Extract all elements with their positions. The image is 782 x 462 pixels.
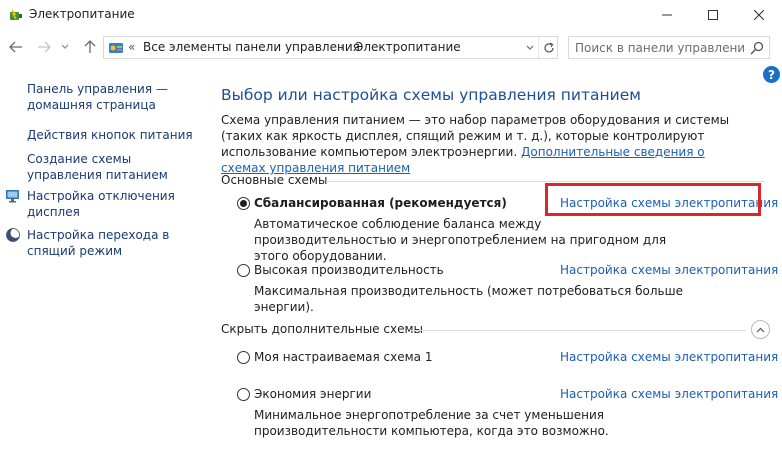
collapse-button[interactable]: [751, 320, 770, 339]
moon-icon: [6, 228, 21, 242]
minimize-icon: [662, 14, 672, 16]
maximize-button[interactable]: [690, 0, 736, 30]
chevron-down-icon: [526, 45, 534, 50]
refresh-icon: [543, 41, 554, 52]
sidebar-item-power-buttons[interactable]: Действия кнопок питания: [27, 127, 197, 143]
address-dropdown-button[interactable]: [524, 42, 536, 54]
highlight-box: [545, 183, 761, 216]
plan-custom-settings-link[interactable]: Настройка схемы электропитания: [560, 350, 778, 364]
section-hide-additional[interactable]: Скрыть дополнительные схемы: [221, 322, 423, 336]
maximize-icon: [708, 10, 718, 20]
close-icon: [754, 10, 764, 20]
sidebar-home-link[interactable]: Панель управления — домашняя страница: [27, 81, 197, 113]
plan-custom-name[interactable]: Моя настраиваемая схема 1: [254, 350, 432, 364]
minimize-button[interactable]: [644, 0, 690, 30]
recent-locations-button[interactable]: [58, 37, 72, 57]
section-divider: [326, 181, 764, 182]
search-icon[interactable]: [749, 40, 765, 56]
arrow-up-icon: [84, 40, 96, 53]
back-button[interactable]: [6, 37, 26, 57]
plan-custom-radio[interactable]: [237, 351, 250, 364]
plan-power-saver-name[interactable]: Экономия энергии: [254, 387, 371, 401]
plan-balanced-name[interactable]: Сбалансированная (рекомендуется): [254, 196, 507, 210]
power-options-icon: [10, 9, 22, 20]
plan-power-saver-settings-link[interactable]: Настройка схемы электропитания: [560, 387, 778, 401]
plan-high-performance-description: Максимальная производительность (может п…: [254, 284, 683, 314]
help-button[interactable]: ?: [763, 66, 780, 83]
plan-high-performance-settings-link[interactable]: Настройка схемы электропитания: [560, 263, 778, 277]
display-settings-icon: [6, 190, 19, 203]
plan-balanced-radio[interactable]: [237, 197, 250, 210]
chevron-down-icon: [61, 44, 69, 49]
chevron-up-icon: [756, 327, 765, 332]
close-button[interactable]: [736, 0, 782, 30]
sidebar-item-sleep[interactable]: Настройка перехода в спящий режим: [27, 227, 197, 259]
plan-power-saver-description: Минимальное энергопотребление за счет ум…: [254, 408, 609, 438]
sidebar-item-create-plan[interactable]: Создание схемы управления питанием: [27, 151, 192, 183]
up-button[interactable]: [80, 37, 100, 57]
help-icon: ?: [768, 67, 775, 82]
forward-button[interactable]: [34, 37, 54, 57]
address-bar[interactable]: « Все элементы панели управления › Элект…: [103, 36, 558, 59]
plan-high-performance-radio[interactable]: [237, 264, 250, 277]
refresh-button[interactable]: [538, 37, 558, 58]
page-description: Схема управления питанием — это набор па…: [221, 112, 741, 176]
arrow-right-icon: [38, 41, 51, 53]
plan-power-saver-radio[interactable]: [237, 388, 250, 401]
page-title: Выбор или настройка схемы управления пит…: [221, 86, 641, 104]
section-divider: [410, 330, 746, 331]
breadcrumb-overflow[interactable]: «: [128, 40, 135, 54]
control-panel-icon: [109, 43, 123, 53]
title-bar: Электропитание: [0, 0, 782, 30]
arrow-left-icon: [9, 41, 22, 53]
breadcrumb-power-options[interactable]: Электропитание: [355, 40, 461, 54]
section-main-plans: Основные схемы: [221, 173, 328, 187]
search-input[interactable]: [575, 39, 745, 56]
breadcrumb-separator[interactable]: ›: [340, 40, 345, 54]
sidebar-item-display-off[interactable]: Настройка отключения дисплея: [27, 188, 197, 220]
search-box[interactable]: [568, 36, 770, 59]
breadcrumb-all-control-panel-items[interactable]: Все элементы панели управления: [143, 40, 360, 54]
window-title: Электропитание: [29, 7, 135, 21]
plan-balanced-description: Автоматическое соблюдение баланса между …: [254, 217, 667, 263]
plan-high-performance-name[interactable]: Высокая производительность: [254, 263, 444, 277]
navigation-bar: « Все элементы панели управления › Элект…: [0, 32, 782, 62]
